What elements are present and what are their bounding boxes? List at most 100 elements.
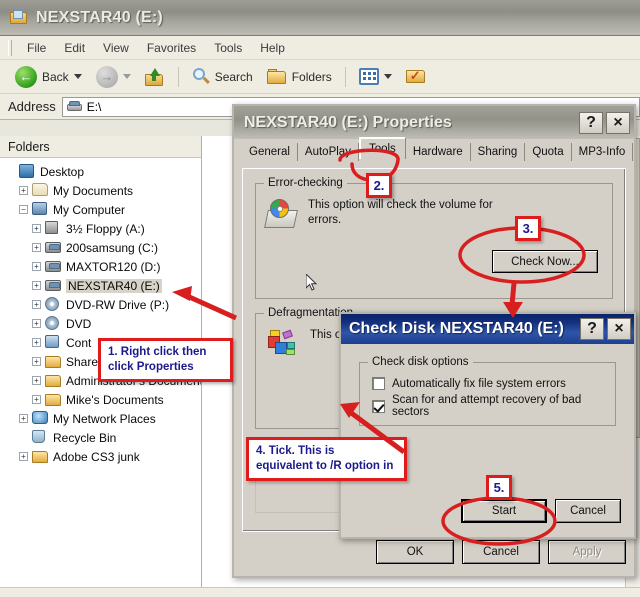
views-dropdown-caret-icon[interactable] [383,74,392,79]
tree-item-dvd-rw-drive-p[interactable]: + DVD-RW Drive (P:) [0,295,201,314]
properties-titlebar: NEXSTAR40 (E:) Properties ? × [234,106,634,139]
tree-item-adobe-cs3-junk[interactable]: + Adobe CS3 junk [0,447,201,466]
folders-button[interactable]: Folders [262,67,337,87]
expand-plus-icon[interactable]: + [32,357,41,366]
back-button[interactable]: ← Back [10,64,87,90]
expand-plus-icon[interactable]: + [32,224,41,233]
collapse-minus-icon[interactable]: − [19,205,28,214]
menubar-grip[interactable] [8,39,12,56]
tree-item-3-floppy-a[interactable]: +3½ Floppy (A:) [0,219,201,238]
tab-mp3-info[interactable]: MP3-Info [572,143,634,161]
scan-bad-sectors-checkbox[interactable] [372,399,385,413]
recycle-bin-icon [32,430,49,445]
annotation-step-1-line1: 1. Right click then [108,346,207,358]
tree-item-nexstar40-e[interactable]: + NEXSTAR40 (E:) [0,276,201,295]
drive-folder-icon [10,10,28,25]
expand-plus-icon[interactable]: + [32,262,41,271]
annotation-step-4-line2: equivalent to /R option in [256,460,394,472]
tree-item-label: Mike's Documents [66,392,164,407]
menu-edit[interactable]: Edit [55,38,94,58]
folder-edit-icon: ✓ [405,68,426,85]
folder-icon [45,354,62,369]
check-disk-title: Check Disk NEXSTAR40 (E:) [349,320,564,337]
tree-item-label: Cont [66,335,92,350]
search-button[interactable]: Search [187,66,258,88]
start-button[interactable]: Start [461,499,547,523]
properties-tabstrip[interactable]: General AutoPlay Tools Hardware Sharing Quota… [234,137,634,161]
error-checking-icon [264,198,298,228]
search-icon [192,67,210,86]
tree-item-my-network-places[interactable]: + My Network Places [0,409,201,428]
views-icon [358,68,379,85]
tree-item-dvd[interactable]: + DVD [0,314,201,333]
expand-plus-icon[interactable]: + [32,243,41,252]
check-disk-close-button[interactable]: × [607,318,631,340]
expand-plus-icon[interactable]: + [32,338,41,347]
address-value: E:\ [86,99,102,114]
check-disk-help-button[interactable]: ? [580,318,604,340]
harddisk-icon [45,240,62,255]
tab-tools[interactable]: Tools [358,137,406,159]
expand-plus-icon[interactable]: + [32,319,41,328]
tab-sharing[interactable]: Sharing [471,143,526,161]
apply-button: Apply [548,540,626,564]
menu-favorites[interactable]: Favorites [138,38,205,58]
mydocs-icon [32,183,49,198]
tree-item-maxtor120-d[interactable]: + MAXTOR120 (D:) [0,257,201,276]
tree-item-desktop[interactable]: Desktop [0,162,201,181]
tree-item-label: 200samsung (C:) [66,240,159,255]
check-now-button[interactable]: Check Now... [492,250,598,273]
harddisk-icon [45,259,62,274]
menu-help[interactable]: Help [251,38,294,58]
expand-plus-icon[interactable]: + [19,414,28,423]
close-button[interactable]: × [606,111,630,134]
tab-hardware[interactable]: Hardware [406,143,471,161]
tree-item-recycle-bin[interactable]: Recycle Bin [0,428,201,447]
expand-plus-icon[interactable]: + [32,376,41,385]
tree-item-my-documents[interactable]: + My Documents [0,181,201,200]
expand-plus-icon[interactable]: + [19,186,28,195]
tab-general[interactable]: General [242,143,298,161]
tree-item-label: NEXSTAR40 (E:) [66,278,162,293]
forward-dropdown-caret-icon[interactable] [122,74,131,79]
error-checking-row: This option will check the volume for er… [256,184,612,228]
back-dropdown-caret-icon[interactable] [73,74,82,79]
explorer-title: NEXSTAR40 (E:) [36,8,163,26]
tab-autoplay[interactable]: AutoPlay [298,143,359,161]
up-button[interactable] [140,66,170,88]
tree-item-label: My Computer [53,202,126,217]
expand-plus-icon[interactable]: + [32,281,41,290]
tree-item-label: DVD [66,316,92,331]
help-button[interactable]: ? [579,111,603,134]
annotation-step-2: 2. [366,173,392,198]
auto-fix-checkbox[interactable] [372,377,385,390]
check-disk-cancel-button[interactable]: Cancel [555,499,621,523]
expand-plus-icon[interactable]: + [32,395,41,404]
back-arrow-icon: ← [15,65,37,88]
menu-view[interactable]: View [94,38,138,58]
scan-bad-sectors-label: Scan for and attempt recovery of bad sec… [392,394,582,418]
annotation-step-4: 4. Tick. This is equivalent to /R option… [246,437,407,481]
tree-item-mike-s-documents[interactable]: + Mike's Documents [0,390,201,409]
folder-options-button[interactable]: ✓ [401,66,431,87]
scan-bad-sectors-checkbox-row[interactable]: Scan for and attempt recovery of bad sec… [360,390,615,418]
tab-quota[interactable]: Quota [525,143,572,161]
menu-tools[interactable]: Tools [205,38,251,58]
folders-pane-title: Folders [0,136,201,158]
tree-item-200samsung-c[interactable]: +200samsung (C:) [0,238,201,257]
expand-plus-icon[interactable]: + [32,300,41,309]
up-folder-icon [144,67,165,86]
forward-button[interactable]: → [91,64,136,90]
expand-plus-icon[interactable]: + [19,452,28,461]
defragmentation-icon [266,328,300,358]
views-button[interactable] [354,66,397,87]
cancel-button[interactable]: Cancel [462,540,540,564]
menu-file[interactable]: File [18,38,55,58]
folder-icon [45,373,62,388]
ok-button[interactable]: OK [376,540,454,564]
search-label: Search [214,69,253,84]
tree-item-my-computer[interactable]: − My Computer [0,200,201,219]
harddisk-icon [45,278,62,293]
forward-arrow-icon: → [95,65,118,88]
back-label: Back [42,69,69,84]
